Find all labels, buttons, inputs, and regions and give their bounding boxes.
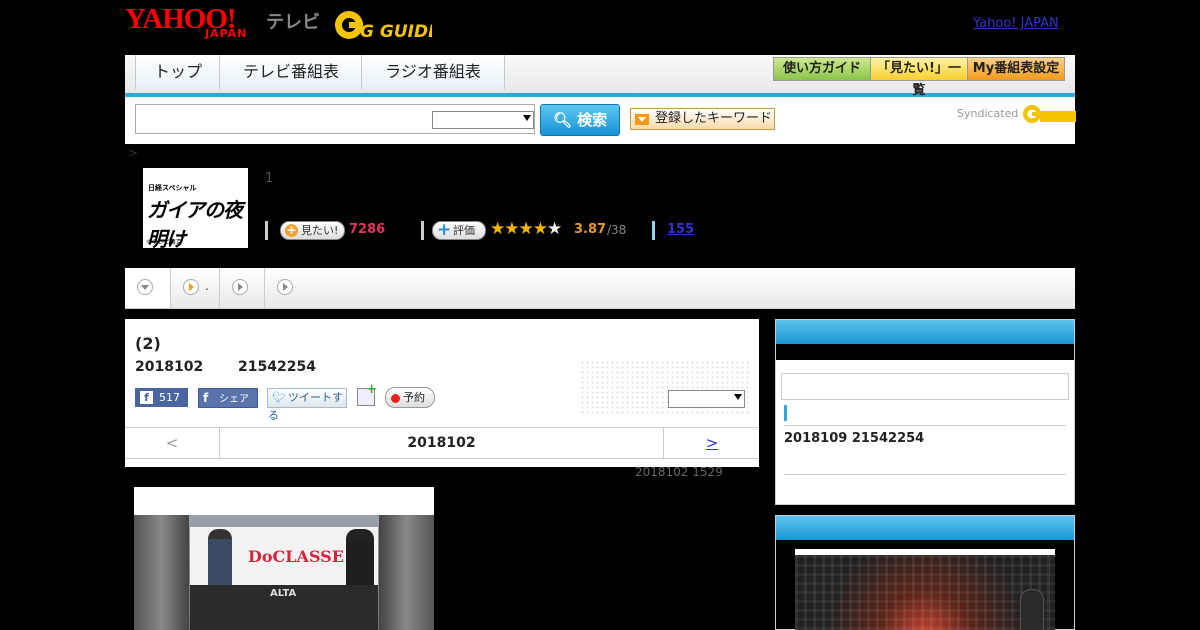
play-icon [277, 279, 293, 295]
sidebar-news-panel [775, 319, 1075, 505]
rate-button[interactable]: + 評価 [432, 221, 486, 240]
search-icon: 🔍︎ [552, 111, 572, 129]
star-icon: ★ [547, 219, 562, 239]
thumb-copyright: ©テレビ東京 [146, 239, 183, 246]
chevron-down-icon [734, 394, 742, 400]
divider [784, 425, 1066, 426]
tab-4[interactable] [265, 268, 309, 308]
photo-building-left [134, 515, 189, 630]
record-dot-icon [391, 393, 400, 403]
sidebar-input[interactable] [781, 373, 1069, 400]
want-count: 7286 [349, 222, 386, 237]
facebook-like-button[interactable]: f 517 [135, 388, 188, 407]
star-icon: ★ [504, 219, 519, 239]
facebook-share-button[interactable]: f シェア [198, 388, 258, 408]
storefront-sign: ALTA [270, 588, 297, 599]
reserve-button[interactable]: 予約 [385, 387, 435, 408]
nav-tab-tv-schedule[interactable]: テレビ番組表 [219, 55, 362, 89]
photo-building-right [379, 515, 434, 630]
thumb-subtitle: 日経スペシャル [148, 184, 197, 192]
plus-icon: + [285, 223, 298, 237]
divider [265, 221, 268, 240]
add-to-list-icon[interactable] [357, 382, 377, 406]
rating-value: 3.87 [574, 222, 607, 237]
yahoo-japan-logo-text: JAPAN [205, 27, 248, 40]
star-icon: ★ [532, 219, 548, 239]
sidebar-panel-header [776, 516, 1074, 540]
rating-stars: ★★★★★ [490, 219, 562, 239]
want-list-button[interactable]: 「見たい!」一覧 [870, 57, 968, 98]
want-to-watch-button[interactable]: + 見たい! [280, 221, 345, 240]
article-title: (2) [135, 334, 161, 353]
post-meta: 2018102 1529 [635, 465, 723, 479]
divider [421, 221, 424, 240]
play-icon [232, 279, 248, 295]
pager-next[interactable]: > [663, 428, 760, 458]
photo-storefront: ALTA [190, 585, 378, 630]
syndicated-logo: Syndicated [957, 103, 1078, 125]
search-category-select[interactable] [432, 111, 534, 129]
billboard-text: DoCLASSE [248, 547, 344, 566]
article-date: 2018102 [135, 359, 204, 375]
plus-icon: + [437, 220, 452, 240]
tab-3[interactable] [220, 268, 265, 308]
pager-current: 2018102 [407, 435, 476, 451]
rating-count: /38 [607, 223, 627, 237]
photo-person [208, 529, 232, 585]
tab-1[interactable] [125, 268, 171, 308]
program-thumbnail: 日経スペシャル ガイアの夜明け ©テレビ東京 [143, 168, 248, 251]
star-icon: ★ [518, 219, 534, 239]
sidebar-banner-image[interactable] [795, 549, 1055, 630]
tab-2[interactable]: . [171, 268, 220, 308]
photo-person [346, 529, 374, 585]
article-time: 21542254 [238, 359, 316, 375]
pager-prev[interactable]: < [125, 428, 220, 458]
program-number: 1 [265, 171, 274, 186]
my-schedule-settings-button[interactable]: My番組表設定 [967, 57, 1065, 81]
chevron-down-icon [137, 279, 153, 295]
main-nav: トップ テレビ番組表 ラジオ番組表 使い方ガイド 「見たい!」一覧 My番組表設… [125, 55, 1075, 98]
article-select[interactable] [668, 390, 745, 408]
chevron-down-icon [523, 115, 531, 121]
banner-person [1020, 589, 1044, 630]
facebook-icon: f [140, 391, 153, 404]
article-pager: < 2018102 > [125, 427, 759, 459]
star-icon: ★ [490, 219, 505, 239]
twitter-icon: 🐦︎ [272, 391, 286, 404]
nav-tab-top[interactable]: トップ [135, 55, 220, 89]
facebook-icon: f [203, 391, 209, 405]
sidebar-panel-subheader [776, 344, 1074, 360]
section-marker [784, 405, 787, 421]
sidebar-news-item[interactable]: 2018109 21542254 [784, 431, 924, 446]
tweet-button[interactable]: 🐦︎ ツイートする [267, 388, 347, 422]
search-button[interactable]: 🔍︎ 検索 [540, 104, 620, 136]
banner-pattern [795, 555, 1055, 630]
article-photo: DoCLASSE ALTA [134, 487, 434, 630]
divider [784, 474, 1066, 475]
guide-button[interactable]: 使い方ガイド [773, 57, 871, 81]
gguide-logo-text: G GUIDE [360, 22, 432, 42]
content-tabs: . [125, 268, 1075, 309]
sidebar-panel-header [776, 320, 1074, 344]
review-count-link[interactable]: 155 [667, 222, 694, 237]
play-icon [183, 279, 199, 295]
nav-tab-radio-schedule[interactable]: ラジオ番組表 [361, 55, 505, 89]
divider [652, 221, 655, 240]
gguide-logo[interactable]: G GUIDE [334, 8, 440, 42]
dropdown-arrow-icon [635, 114, 649, 125]
yahoo-japan-link[interactable]: Yahoo! JAPAN [973, 16, 1059, 31]
registered-keyword-button[interactable]: 登録したキーワード [630, 108, 775, 130]
breadcrumb[interactable]: > [128, 146, 138, 160]
tv-label[interactable]: テレビ [266, 8, 320, 34]
photo-billboard: DoCLASSE [190, 527, 378, 585]
